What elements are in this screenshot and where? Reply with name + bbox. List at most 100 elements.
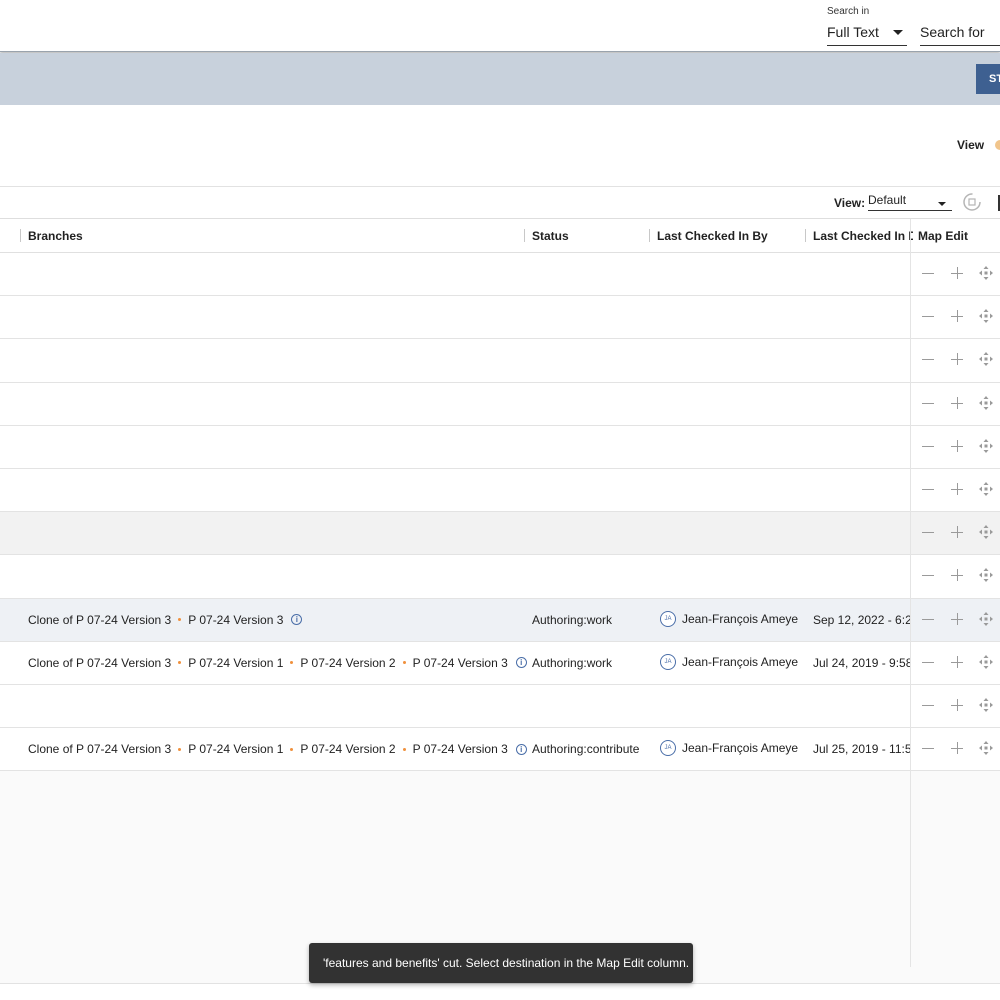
- column-separator[interactable]: [649, 229, 650, 242]
- table-row[interactable]: [0, 296, 1000, 340]
- add-icon[interactable]: [956, 569, 958, 582]
- move-icon[interactable]: [979, 266, 993, 280]
- remove-icon[interactable]: [922, 748, 934, 750]
- table-row[interactable]: [0, 382, 1000, 426]
- table-row[interactable]: Clone of P 07-24 Version 3 P 07-24 Versio…: [0, 598, 1000, 642]
- column-header-last-checked-in-by[interactable]: Last Checked In By: [657, 229, 768, 243]
- table-body: Clone of P 07-24 Version 3 P 07-24 Versio…: [0, 253, 1000, 772]
- remove-icon[interactable]: [922, 445, 934, 447]
- column-header-branches[interactable]: Branches: [28, 229, 83, 243]
- remove-icon[interactable]: [922, 704, 934, 706]
- remove-icon[interactable]: [922, 273, 934, 274]
- checked-in-by-cell: JA Jean-François Ameye: [660, 653, 799, 670]
- branch-name[interactable]: P 07-24 Version 2: [300, 656, 395, 670]
- branch-name[interactable]: P 07-24 Version 1: [188, 742, 283, 756]
- move-icon[interactable]: [979, 741, 993, 756]
- add-icon[interactable]: [956, 396, 958, 409]
- search-input[interactable]: Search for: [920, 22, 1000, 46]
- move-icon[interactable]: [979, 309, 993, 324]
- add-icon[interactable]: [956, 526, 958, 539]
- add-icon[interactable]: [956, 655, 958, 668]
- checked-in-by-cell: JA Jean-François Ameye: [660, 740, 799, 757]
- column-separator[interactable]: [805, 229, 806, 242]
- map-edit-cell: [918, 642, 1000, 685]
- add-icon[interactable]: [956, 353, 958, 366]
- table-row[interactable]: Clone of P 07-24 Version 3 P 07-24 Versio…: [0, 641, 1000, 685]
- add-icon[interactable]: [956, 742, 958, 755]
- branch-separator-dot: [402, 661, 406, 665]
- info-icon[interactable]: i: [291, 614, 303, 625]
- column-separator[interactable]: [524, 229, 525, 242]
- move-icon[interactable]: [979, 611, 993, 626]
- header-band: ST: [0, 53, 1000, 105]
- status-cell: Authoring:work: [532, 655, 613, 670]
- table-row[interactable]: [0, 339, 1000, 383]
- info-icon[interactable]: i: [515, 657, 527, 669]
- column-header-status[interactable]: Status: [532, 229, 569, 243]
- move-icon[interactable]: [979, 568, 993, 583]
- column-separator[interactable]: [20, 229, 21, 242]
- branch-separator-dot: [290, 661, 294, 665]
- table-row[interactable]: Clone of P 07-24 Version 3 P 07-24 Versio…: [0, 728, 1000, 772]
- branch-name[interactable]: Clone of P 07-24 Version 3: [28, 656, 171, 670]
- footer-area: [0, 984, 1000, 1000]
- remove-icon[interactable]: [922, 402, 934, 404]
- view-select-label: View:: [834, 196, 866, 210]
- start-button[interactable]: ST: [976, 64, 1000, 94]
- move-icon[interactable]: [979, 525, 993, 540]
- move-icon[interactable]: [979, 395, 993, 410]
- move-icon[interactable]: [979, 654, 993, 669]
- top-bar: Search in Full Text Search for: [0, 0, 1000, 52]
- table-toolbar: View: Default: [0, 187, 1000, 219]
- move-icon[interactable]: [979, 438, 993, 453]
- checked-in-by-cell: JA Jean-François Ameye: [660, 610, 798, 627]
- view-toggle-icon[interactable]: [995, 140, 1000, 150]
- table-row[interactable]: [0, 684, 1000, 729]
- info-panel: View: [0, 105, 1000, 187]
- add-icon[interactable]: [956, 698, 958, 711]
- branch-name[interactable]: P 07-24 Version 3: [188, 613, 283, 627]
- move-icon[interactable]: [979, 352, 993, 367]
- refresh-icon[interactable]: [962, 192, 982, 212]
- user-name: Jean-François Ameye: [682, 741, 799, 756]
- add-icon[interactable]: [956, 267, 958, 279]
- table-row[interactable]: [0, 555, 1000, 599]
- table-row[interactable]: [0, 425, 1000, 469]
- avatar: JA: [660, 740, 676, 757]
- add-icon[interactable]: [956, 482, 958, 495]
- search-in-select[interactable]: Full Text: [827, 22, 907, 46]
- add-icon[interactable]: [956, 612, 958, 625]
- branches-cell: Clone of P 07-24 Version 3 P 07-24 Versio…: [28, 742, 527, 756]
- add-icon[interactable]: [956, 439, 958, 452]
- table-row[interactable]: [0, 253, 1000, 297]
- info-icon[interactable]: i: [515, 743, 527, 755]
- add-icon[interactable]: [956, 310, 958, 323]
- table-row[interactable]: [0, 512, 1000, 556]
- remove-icon[interactable]: [922, 532, 934, 534]
- remove-icon[interactable]: [922, 359, 934, 361]
- view-select[interactable]: Default: [868, 193, 952, 211]
- remove-icon[interactable]: [922, 575, 934, 577]
- branch-name[interactable]: P 07-24 Version 2: [300, 742, 395, 756]
- view-select-value: Default: [868, 193, 907, 207]
- remove-icon[interactable]: [922, 316, 934, 318]
- table-row[interactable]: [0, 468, 1000, 513]
- avatar: JA: [660, 653, 676, 670]
- map-edit-cell: [918, 253, 1000, 296]
- remove-icon[interactable]: [922, 618, 934, 620]
- remove-icon[interactable]: [922, 661, 934, 663]
- column-header-map-edit[interactable]: Map Edit: [918, 229, 968, 243]
- branches-cell: Clone of P 07-24 Version 3 P 07-24 Versio…: [28, 656, 527, 670]
- view-heading: View: [957, 138, 985, 152]
- branch-name[interactable]: Clone of P 07-24 Version 3: [28, 613, 171, 627]
- user-name: Jean-François Ameye: [682, 654, 799, 669]
- branch-name[interactable]: P 07-24 Version 3: [413, 656, 508, 670]
- column-header-last-checked-in-date[interactable]: Last Checked In Da: [813, 229, 913, 243]
- move-icon[interactable]: [979, 481, 993, 496]
- toast-notification: 'features and benefits' cut. Select dest…: [309, 943, 693, 983]
- remove-icon[interactable]: [922, 488, 934, 490]
- move-icon[interactable]: [979, 697, 993, 712]
- branch-name[interactable]: P 07-24 Version 1: [188, 656, 283, 670]
- branch-name[interactable]: P 07-24 Version 3: [413, 742, 508, 756]
- branch-name[interactable]: Clone of P 07-24 Version 3: [28, 742, 171, 756]
